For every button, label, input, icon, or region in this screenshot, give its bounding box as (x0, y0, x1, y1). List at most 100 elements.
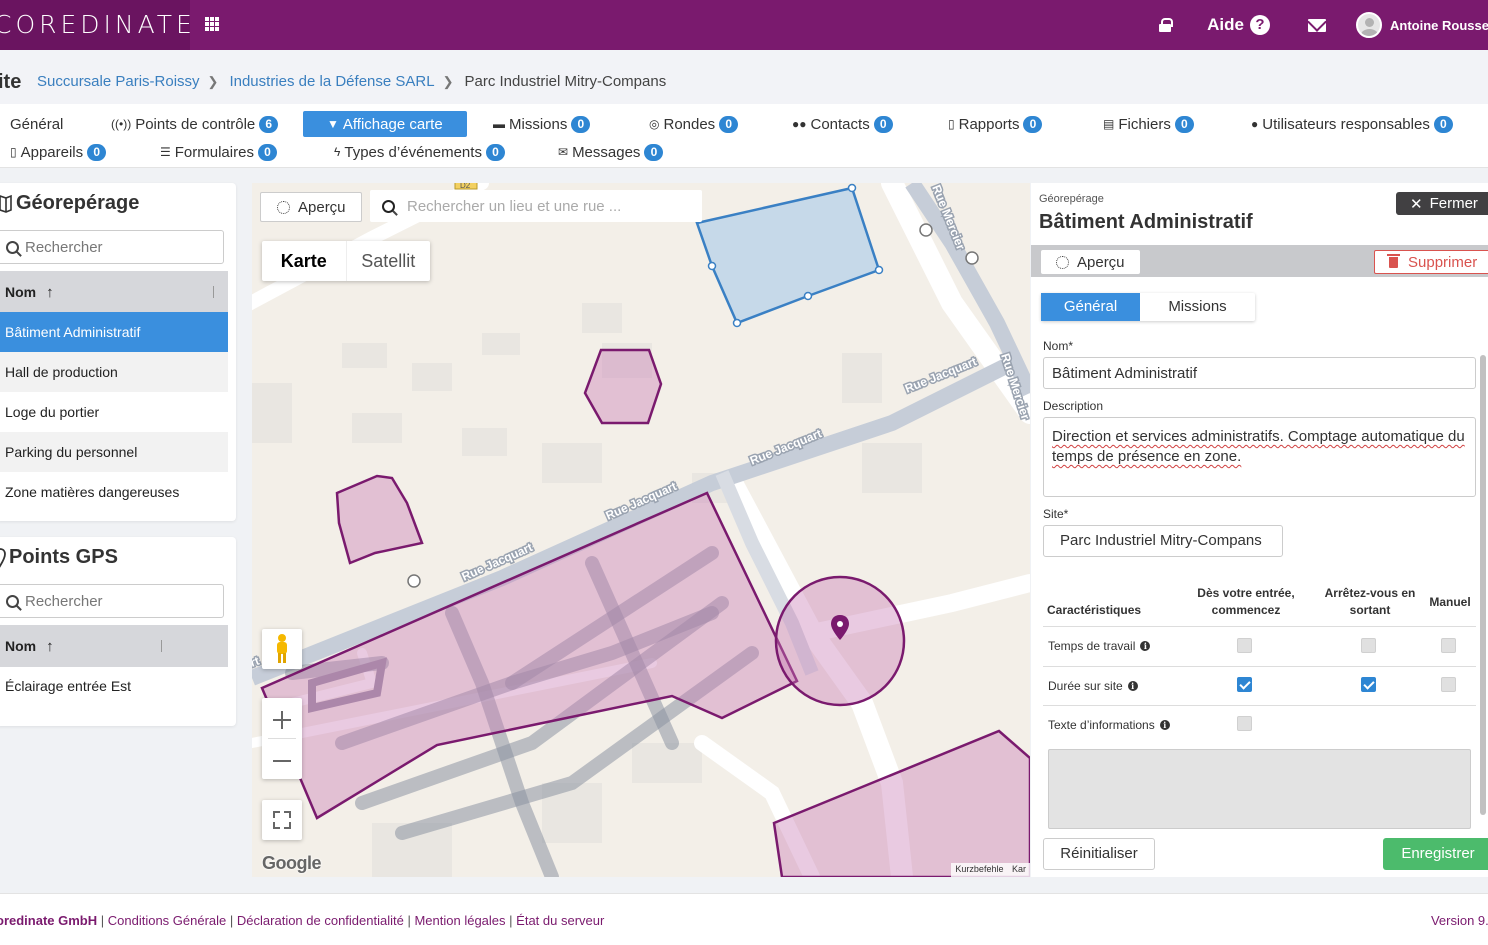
tab-messages[interactable]: ✉ Messages 0 (558, 139, 664, 165)
tab-responsible-users[interactable]: ● Utilisateurs responsables 0 (1251, 111, 1453, 137)
google-logo: Google (262, 853, 322, 873)
zoom-out-icon[interactable] (273, 760, 291, 762)
count-badge: 0 (1023, 115, 1043, 133)
tab-event-types[interactable]: ϟ Types d’événements 0 (334, 139, 505, 165)
description-field[interactable]: Direction et services administratifs. Co… (1043, 417, 1476, 497)
list-item[interactable]: Parking du personnel (0, 432, 228, 472)
tab-reports[interactable]: ▯ Rapports 0 (948, 111, 1043, 137)
footer-link-terms[interactable]: Conditions Générale (108, 913, 227, 928)
count-badge: 0 (485, 143, 505, 161)
lock-icon[interactable] (1159, 18, 1174, 32)
detail-preview-button[interactable]: Aperçu (1041, 250, 1140, 274)
detail-section-label: Géorepérage (1039, 193, 1104, 205)
checkbox-start-on-entry[interactable] (1237, 677, 1252, 692)
chevron-right-icon: ❯ (442, 73, 454, 89)
geofence-column-header[interactable]: Nom ↑ (0, 271, 228, 313)
list-item[interactable]: Bâtiment Administratif (0, 312, 228, 352)
phone-icon: ▯ (10, 145, 17, 159)
tab-rounds[interactable]: ◎ Rondes 0 (649, 111, 739, 137)
road-badge: D2 (460, 183, 471, 190)
checkbox-stop-on-exit[interactable] (1361, 638, 1376, 653)
tab-label: Messages (572, 143, 641, 161)
map-search-input[interactable]: Rechercher un lieu et une rue ... (370, 190, 702, 222)
checkbox-start-on-entry[interactable] (1237, 716, 1252, 731)
avatar[interactable] (1356, 12, 1382, 38)
map-type-map[interactable]: Karte (262, 241, 347, 281)
map-canvas[interactable]: D2 Rue Jacquart Rue Jacquart Rue Jacquar… (252, 183, 1030, 877)
briefcase-icon: ▬ (493, 117, 505, 131)
fullscreen-icon (273, 811, 280, 818)
gps-column-header[interactable]: Nom ↑ (0, 625, 228, 667)
top-bar: COREDINATE Aide ? Antoine Rousseau (0, 0, 1488, 50)
zoom-in-icon[interactable] (273, 711, 291, 729)
row-label: Texte d’informations (1048, 718, 1155, 732)
pegman-button[interactable] (262, 629, 302, 669)
list-item[interactable]: Zone matières dangereuses (0, 472, 228, 512)
column-resize-handle[interactable] (161, 640, 162, 652)
footer-link-server-status[interactable]: État du serveur (516, 913, 604, 928)
tab-general[interactable]: Général (1041, 293, 1140, 321)
checkbox-start-on-entry[interactable] (1237, 638, 1252, 653)
envelope-icon: ✉ (558, 145, 569, 159)
footer-link-legal[interactable]: Mention légales (414, 913, 505, 928)
reset-button[interactable]: Réinitialiser (1043, 838, 1155, 870)
info-icon[interactable]: i (1140, 641, 1151, 651)
spinner-icon (1056, 255, 1069, 269)
tab-missions[interactable]: ▬ Missions 0 (493, 111, 591, 137)
map-preview-button[interactable]: Aperçu (260, 192, 362, 222)
list-item[interactable]: Hall de production (0, 352, 228, 392)
footer-link-privacy[interactable]: Déclaration de confidentialité (237, 913, 404, 928)
map-type-satellite[interactable]: Satellit (347, 241, 431, 281)
tab-forms[interactable]: ☰ Formulaires 0 (160, 139, 277, 165)
geofence-search-input[interactable]: Rechercher (0, 230, 224, 264)
site-label: Site* (1043, 507, 1069, 521)
checkbox-stop-on-exit[interactable] (1361, 677, 1376, 692)
tab-label: Rapports (958, 115, 1020, 133)
envelope-icon[interactable] (1308, 18, 1326, 32)
list-item[interactable]: Loge du portier (0, 392, 228, 432)
brand-logo[interactable]: COREDINATE (0, 0, 190, 50)
info-icon[interactable]: i (1159, 720, 1170, 730)
info-icon[interactable]: i (1127, 681, 1138, 691)
user-name[interactable]: Antoine Rousseau (1390, 18, 1488, 33)
info-text-field[interactable] (1048, 749, 1471, 829)
tab-label: Contacts (810, 115, 870, 133)
list-item[interactable]: Éclairage entrée Est (0, 666, 228, 706)
map-icon (0, 194, 12, 213)
breadcrumb-link[interactable]: Succursale Paris-Roissy (37, 73, 200, 90)
tab-general[interactable]: Général (10, 111, 63, 137)
fullscreen-button[interactable] (262, 800, 302, 840)
pegman-icon (277, 634, 287, 663)
site-select[interactable]: Parc Industriel Mitry-Compans (1043, 525, 1283, 557)
map-data-link[interactable]: Kar (1012, 864, 1026, 874)
close-button[interactable]: ✕ Fermer (1396, 192, 1488, 215)
version-label: Version 9.1 (1430, 913, 1488, 928)
map-type-toggle: Karte Satellit (262, 241, 430, 281)
help-button[interactable]: Aide ? (1207, 15, 1270, 35)
checkbox-manual[interactable] (1441, 677, 1456, 692)
checkbox-manual[interactable] (1441, 638, 1456, 653)
tab-devices[interactable]: ▯ Appareils 0 (10, 139, 107, 165)
tab-files[interactable]: ▤ Fichiers 0 (1103, 111, 1194, 137)
tab-map-view[interactable]: ▼ Affichage carte (303, 111, 467, 137)
delete-button[interactable]: Supprimer (1374, 250, 1488, 274)
gps-search-input[interactable]: Rechercher (0, 584, 224, 618)
sort-up-icon[interactable]: ↑ (46, 638, 54, 655)
save-button[interactable]: Enregistrer (1383, 838, 1488, 870)
column-resize-handle[interactable] (213, 286, 214, 298)
scrollbar-thumb[interactable] (1480, 355, 1486, 815)
help-label: Aide (1207, 15, 1244, 34)
tab-missions[interactable]: Missions (1140, 293, 1255, 321)
tab-label: Utilisateurs responsables (1262, 115, 1430, 133)
tab-contacts[interactable]: ●● Contacts 0 (792, 111, 893, 137)
column-manual: Manuel (1429, 595, 1471, 609)
name-field[interactable]: Bâtiment Administratif (1043, 357, 1476, 389)
keyboard-shortcuts-link[interactable]: Kurzbefehle (955, 864, 1003, 874)
sort-up-icon[interactable]: ↑ (46, 284, 54, 301)
table-row: Texte d’informations i (1043, 705, 1476, 744)
apps-grid-icon[interactable] (205, 17, 219, 31)
scrollbar[interactable] (1478, 343, 1488, 833)
count-badge: 0 (1174, 115, 1194, 133)
breadcrumb-link[interactable]: Industries de la Défense SARL (229, 73, 434, 90)
tab-checkpoints[interactable]: ((•)) Points de contrôle 6 (111, 111, 279, 137)
